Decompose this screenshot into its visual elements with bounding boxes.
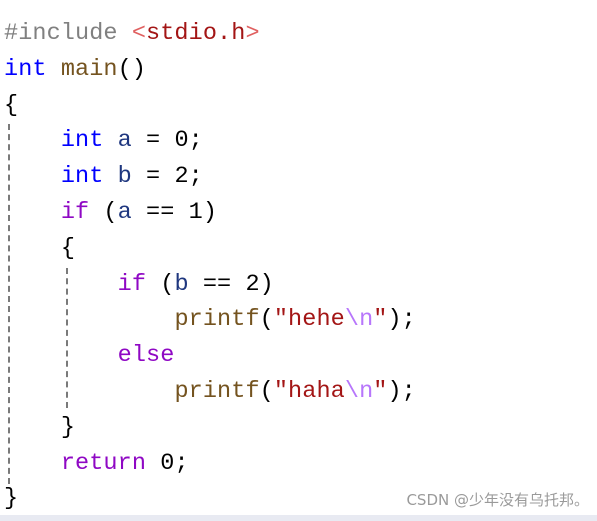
code-token-punct: [4, 306, 174, 333]
code-token-punct: (: [146, 270, 175, 298]
code-line: int a = 0;: [4, 123, 416, 159]
code-token-punct: [103, 127, 117, 154]
code-token-num: 0: [160, 449, 175, 477]
code-token-ang: >: [245, 20, 260, 47]
indent-guide-outer: [8, 124, 10, 484]
code-token-ang: <: [131, 20, 147, 47]
code-token-ident: b: [117, 163, 132, 191]
code-token-punct: ): [202, 198, 218, 226]
code-token-punct: ;: [174, 449, 189, 477]
watermark: CSDN @少年没有乌托邦。: [406, 491, 589, 509]
code-token-punct: [103, 163, 117, 190]
code-token-punct: [4, 127, 61, 154]
code-token-punct: (: [259, 306, 274, 334]
code-token-punct: (: [259, 377, 274, 405]
code-token-num: 0: [174, 127, 189, 155]
code-token-ident: a: [117, 127, 132, 155]
indent-guide-inner: [66, 268, 68, 408]
code-token-kw-type: int: [60, 127, 104, 155]
code-token-str: "hehe: [273, 306, 345, 334]
code-token-punct: ;: [188, 127, 203, 155]
code-token-punct: (): [117, 55, 147, 83]
code-token-func: printf: [174, 306, 260, 334]
bottom-strip: [0, 515, 597, 521]
code-token-esc: \n: [344, 377, 374, 405]
code-editor[interactable]: #include <stdio.h> int main(){ int a = 0;…: [4, 16, 416, 517]
code-token-punct: [4, 235, 61, 262]
code-token-punct: [4, 163, 61, 190]
code-token-esc: \n: [344, 306, 374, 334]
code-token-punct: [4, 199, 61, 226]
code-token-punct: ==: [131, 198, 189, 226]
code-token-kw-ctrl: return: [60, 449, 147, 477]
code-line: int main(): [4, 52, 416, 88]
code-token-punct: [4, 342, 118, 369]
code-token-punct: ==: [188, 270, 246, 298]
code-token-punct: }: [60, 413, 76, 441]
code-token-kw-ctrl: if: [117, 270, 147, 298]
code-token-punct: [4, 378, 174, 405]
code-token-punct: =: [131, 163, 175, 191]
code-token-kw-ctrl: else: [117, 342, 175, 370]
code-line: int b = 2;: [4, 159, 416, 195]
code-token-punct: [4, 271, 118, 298]
code-token-func: main: [60, 55, 118, 83]
code-token-kw-type: int: [60, 163, 104, 191]
code-token-pp: #include: [4, 20, 132, 47]
code-token-punct: ): [259, 270, 274, 298]
code-line: if (a == 1): [4, 195, 416, 231]
code-token-punct: ;: [188, 163, 203, 191]
code-line: {: [4, 231, 416, 267]
code-token-punct: [4, 414, 61, 441]
code-line: {: [4, 88, 416, 124]
code-token-str: ": [373, 377, 388, 405]
code-token-str: "haha: [273, 377, 345, 405]
code-line: }: [4, 481, 416, 517]
code-token-punct: );: [387, 377, 416, 405]
code-token-num: 2: [174, 163, 189, 191]
code-line: #include <stdio.h>: [4, 16, 416, 52]
code-token-punct: }: [4, 485, 19, 513]
code-line: return 0;: [4, 446, 416, 482]
code-token-punct: {: [60, 234, 76, 262]
code-token-ident: b: [174, 270, 189, 298]
code-token-punct: (: [89, 198, 118, 226]
code-token-punct: [47, 56, 61, 83]
code-token-num: 2: [245, 270, 260, 298]
code-token-punct: [146, 450, 160, 477]
code-token-punct: =: [131, 127, 175, 155]
code-token-str: ": [373, 306, 388, 334]
code-line: }: [4, 410, 416, 446]
code-token-hdr: stdio.h: [146, 20, 246, 47]
code-token-punct: );: [387, 306, 416, 334]
code-token-punct: {: [4, 91, 19, 119]
code-token-ident: a: [117, 198, 132, 226]
code-token-kw-type: int: [4, 55, 47, 83]
code-token-punct: [4, 450, 61, 477]
code-token-func: printf: [174, 377, 260, 405]
code-token-num: 1: [188, 198, 203, 226]
code-token-kw-ctrl: if: [60, 198, 90, 226]
